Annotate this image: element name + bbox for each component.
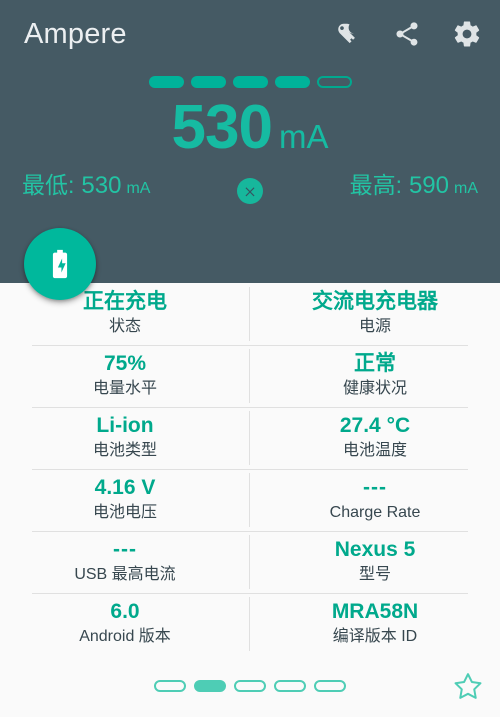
max-value: 590 [408,172,449,199]
level-segment [190,76,226,88]
table-row: 6.0 Android 版本 MRA58N 编译版本 ID [0,593,500,655]
cell-label: Charge Rate [329,504,421,522]
current-reading: 530 mA [0,97,500,159]
level-segment [148,76,184,88]
info-cell-voltage: 4.16 V 电池电压 [0,469,250,531]
level-segment [274,76,310,88]
cell-value: 6.0 [110,600,140,624]
star-outline-icon [454,673,482,699]
battery-status-fab[interactable] [24,228,96,300]
close-icon [245,187,255,197]
page-indicator-dot[interactable] [274,680,306,692]
app-root: Ampere 530 mA 最低: 530 mA 最高: 590 mA 正在充电… [0,0,500,717]
cell-value: 正常 [354,352,396,376]
info-cell-battery-level: 75% 电量水平 [0,345,250,407]
cell-value: --- [363,476,387,500]
cell-label: 编译版本 ID [332,628,418,646]
key-icon[interactable] [328,15,366,53]
battery-level-segments [0,76,500,88]
cell-value: MRA58N [331,600,419,624]
max-label: 最高: [349,172,402,198]
info-cell-health: 正常 健康状况 [250,345,500,407]
gear-icon[interactable] [448,15,486,53]
info-cell-battery-type: Li-ion 电池类型 [0,407,250,469]
min-value: 530 [81,172,122,199]
cell-value: Li-ion [96,414,154,438]
table-row: 4.16 V 电池电压 --- Charge Rate [0,469,500,531]
level-segment [232,76,268,88]
min-reading: 最低: 530 mA [22,174,150,210]
info-cell-build-id: MRA58N 编译版本 ID [250,593,500,655]
min-label: 最低: [22,172,75,198]
info-cell-charge-rate: --- Charge Rate [250,469,500,531]
bottom-bar [0,655,500,717]
cell-label: 电池温度 [342,442,407,460]
page-indicator-dot-active[interactable] [194,680,226,692]
cell-value: 75% [103,352,147,376]
page-title: Ampere [24,17,127,50]
cell-label: 状态 [108,318,141,336]
cell-label: 健康状况 [342,380,407,398]
cell-label: Android 版本 [79,628,171,646]
max-unit: mA [454,180,478,197]
page-indicator-dot[interactable] [234,680,266,692]
battery-info-grid: 正在充电 状态 交流电充电器 电源 75% 电量水平 正常 健康状况 Li-io… [0,283,500,655]
info-cell-model: Nexus 5 型号 [250,531,500,593]
cell-value: 4.16 V [94,476,156,500]
cell-value: 交流电充电器 [312,290,438,314]
cell-value: --- [113,538,137,562]
cell-label: 电源 [358,318,391,336]
cell-value: 正在充电 [83,290,167,314]
info-cell-power-source: 交流电充电器 电源 [250,283,500,345]
table-row: 75% 电量水平 正常 健康状况 [0,345,500,407]
info-cell-temperature: 27.4 °C 电池温度 [250,407,500,469]
share-icon[interactable] [388,15,426,53]
level-segment-empty [316,76,352,88]
info-cell-usb-max-current: --- USB 最高电流 [0,531,250,593]
cell-label: 型号 [358,566,391,584]
cell-label: 电量水平 [92,380,157,398]
table-row: --- USB 最高电流 Nexus 5 型号 [0,531,500,593]
cell-value: 27.4 °C [339,414,411,438]
current-value: 530 [171,93,273,162]
max-reading: 最高: 590 mA [350,174,478,210]
cell-label: USB 最高电流 [74,566,176,584]
info-cell-android-version: 6.0 Android 版本 [0,593,250,655]
page-indicator-dot[interactable] [154,680,186,692]
battery-charging-icon [52,249,68,279]
app-bar-actions [328,15,486,53]
reset-measurement-button[interactable] [237,178,263,204]
page-indicator-dot[interactable] [314,680,346,692]
cell-label: 电池电压 [92,504,157,522]
page-indicator [0,655,500,717]
favorite-button[interactable] [448,666,488,706]
min-unit: mA [126,180,151,197]
current-unit: mA [278,118,329,155]
cell-value: Nexus 5 [334,538,416,562]
app-bar: Ampere [0,0,500,68]
table-row: Li-ion 电池类型 27.4 °C 电池温度 [0,407,500,469]
cell-label: 电池类型 [92,442,157,460]
